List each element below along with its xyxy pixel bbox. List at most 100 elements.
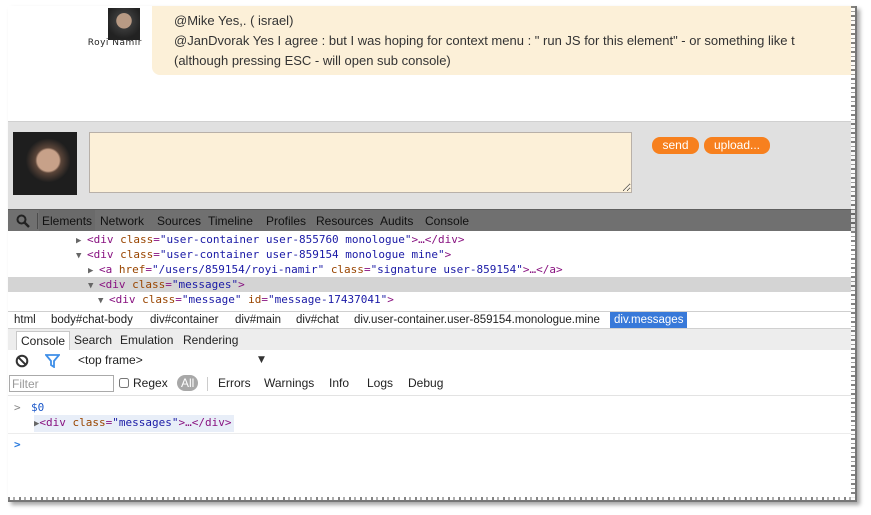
send-button[interactable]: send [652, 137, 699, 154]
current-user-avatar [13, 132, 77, 195]
torn-edge-decoration [8, 497, 855, 500]
drawer-tab-console[interactable]: Console [16, 331, 71, 350]
chat-transcript: Royi Namir @Mike Yes,. ( israel) @JanDvo… [8, 6, 855, 121]
drawer-tab-emulation[interactable]: Emulation [120, 331, 173, 349]
dom-node-selected[interactable]: ▼ <div class="messages"> [8, 277, 855, 292]
filter-input[interactable] [9, 375, 114, 392]
drawer-tab-rendering[interactable]: Rendering [183, 331, 238, 349]
breadcrumb-item[interactable]: div.user-container.user-859154.monologue… [350, 312, 604, 329]
dom-node[interactable]: ▼ <div class="message" id="message-174370… [8, 292, 855, 309]
filter-funnel-icon[interactable] [45, 354, 60, 368]
dom-tree: ▶ <div class="user-container user-855760 … [8, 231, 855, 311]
node-attr: class [132, 278, 166, 291]
tab-audits[interactable]: Audits [380, 210, 413, 232]
entry-divider [8, 433, 855, 434]
console-input-entry: > $0 [8, 400, 855, 415]
user-name-link[interactable]: Royi Namir [70, 38, 142, 48]
node-close: > [387, 293, 394, 306]
breadcrumb-item[interactable]: body#chat-body [47, 312, 137, 329]
dom-node[interactable]: ▼ <div class="user-container user-859154 … [8, 247, 855, 262]
node-tag: <div [109, 293, 136, 306]
tab-resources[interactable]: Resources [316, 210, 373, 232]
chat-message: @Mike Yes,. ( israel) [174, 13, 294, 28]
equals: = [153, 248, 160, 261]
prompt-chevron-icon: > [14, 438, 21, 451]
equals: = [175, 293, 182, 306]
tab-elements[interactable]: Elements [39, 210, 96, 232]
level-all[interactable]: All [177, 375, 199, 391]
breadcrumb: html body#chat-body div#container div#ma… [8, 311, 855, 329]
console-prompt-line[interactable]: > [8, 437, 855, 452]
node-attr-value: "message-17437041" [267, 293, 388, 306]
node-attr-value: "user-container user-855760 monologue" [159, 233, 412, 246]
node-attr-value: "/users/859154/royi-namir" [152, 263, 325, 276]
node-close: >…</div> [178, 416, 232, 429]
torn-edge-decoration [851, 6, 855, 500]
equals: = [145, 263, 152, 276]
tab-sources[interactable]: Sources [157, 210, 201, 232]
dropdown-arrow-icon[interactable]: ▼ [258, 355, 265, 365]
toolbar-divider [37, 213, 38, 229]
node-attr-value: "signature user-859154" [370, 263, 523, 276]
search-icon[interactable] [15, 213, 31, 229]
level-warnings[interactable]: Warnings [264, 376, 314, 390]
result-node[interactable]: ▶<div class="messages">…</div> [34, 415, 234, 432]
node-close: >…</div> [411, 233, 465, 246]
chat-message: @JanDvorak Yes I agree : but I was hopin… [174, 33, 795, 48]
clear-console-icon[interactable] [15, 354, 29, 368]
node-tag: <div [87, 248, 114, 261]
equals: = [261, 293, 268, 306]
equals: = [165, 278, 172, 291]
node-attr-value: "messages" [112, 416, 179, 429]
regex-label: Regex [133, 376, 168, 390]
upload-button[interactable]: upload... [704, 137, 770, 154]
breadcrumb-item[interactable]: div#container [146, 312, 222, 329]
drawer-tabs: Console Search Emulation Rendering [8, 328, 855, 351]
breadcrumb-item[interactable]: div#chat [292, 312, 343, 329]
breadcrumb-item-active[interactable]: div.messages [610, 312, 688, 329]
tab-profiles[interactable]: Profiles [266, 210, 306, 232]
equals: = [153, 233, 160, 246]
node-attr-value: "message" [181, 293, 242, 306]
tab-network[interactable]: Network [100, 210, 144, 232]
tab-console[interactable]: Console [425, 210, 469, 232]
level-debug[interactable]: Debug [408, 376, 443, 390]
node-attr: href [118, 263, 146, 276]
node-attr: id [248, 293, 262, 306]
equals: = [363, 263, 371, 276]
node-attr-value: "user-container user-859154 monologue mi… [159, 248, 445, 261]
node-attr: class [142, 293, 176, 306]
user-avatar-small[interactable] [108, 8, 140, 40]
tab-timeline[interactable]: Timeline [208, 210, 253, 232]
node-close: > [238, 278, 245, 291]
node-tag: <div [99, 278, 126, 291]
prompt-chevron-icon: > [14, 401, 21, 414]
node-attr: class [330, 263, 364, 276]
console-filter-bar: Regex All Errors Warnings Info Logs Debu… [8, 372, 855, 396]
node-tag: <div [87, 233, 114, 246]
level-logs[interactable]: Logs [367, 376, 393, 390]
drawer-tab-search[interactable]: Search [74, 331, 112, 349]
node-close: >…</a> [522, 263, 563, 276]
dom-node[interactable]: ▶ <a href="/users/859154/royi-namir" clas… [8, 262, 855, 277]
devtools-toolbar: Elements Network Sources Timeline Profil… [8, 209, 855, 232]
expanded-arrow-icon[interactable]: ▼ [98, 294, 109, 309]
node-tag: <a [99, 263, 113, 276]
frame-selector[interactable]: <top frame> [78, 353, 143, 367]
console-result-entry[interactable]: ▶<div class="messages">…</div> [8, 415, 855, 432]
chat-message: (although pressing ESC - will open sub c… [174, 53, 451, 68]
level-errors[interactable]: Errors [218, 376, 251, 390]
message-bubble: @Mike Yes,. ( israel) @JanDvorak Yes I a… [152, 6, 855, 75]
screenshot-frame: Royi Namir @Mike Yes,. ( israel) @JanDvo… [8, 6, 857, 502]
node-attr: class [72, 416, 106, 429]
breadcrumb-item[interactable]: div#main [231, 312, 285, 329]
chat-message-input[interactable] [89, 132, 632, 193]
console-command: $0 [31, 401, 45, 414]
node-attr: class [120, 233, 154, 246]
dom-node[interactable]: ▶ <div class="user-container user-855760 … [8, 232, 855, 247]
node-attr-value: "messages" [171, 278, 239, 291]
node-attr: class [120, 248, 154, 261]
regex-checkbox[interactable] [119, 378, 129, 388]
level-info[interactable]: Info [329, 376, 349, 390]
breadcrumb-item[interactable]: html [10, 312, 40, 329]
